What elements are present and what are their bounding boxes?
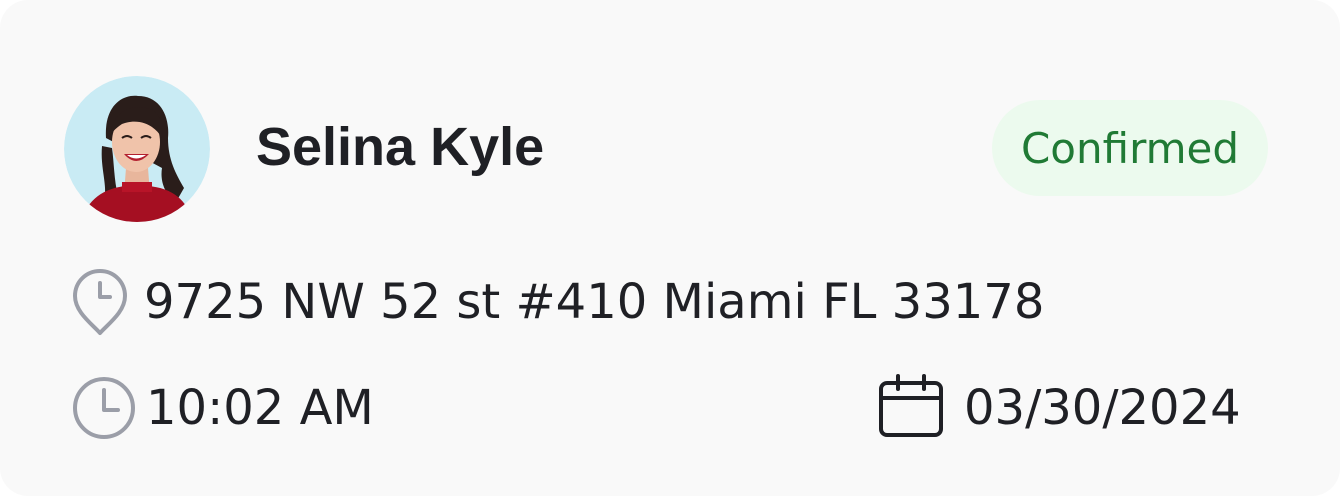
clock-icon: [72, 376, 136, 440]
avatar-photo: [64, 76, 210, 222]
address-text: 9725 NW 52 st #410 Miami FL 33178: [144, 274, 1045, 330]
status-badge: Confirmed: [992, 100, 1268, 196]
time-text: 10:02 AM: [146, 380, 374, 436]
contact-name: Selina Kyle: [256, 117, 545, 177]
appointment-card: Selina Kyle Confirmed 9725 NW 52 st #410…: [0, 0, 1340, 496]
avatar: [64, 76, 210, 222]
date-text: 03/30/2024: [964, 380, 1241, 436]
calendar-icon: [878, 374, 944, 438]
location-pin-clock-icon: [72, 268, 128, 336]
